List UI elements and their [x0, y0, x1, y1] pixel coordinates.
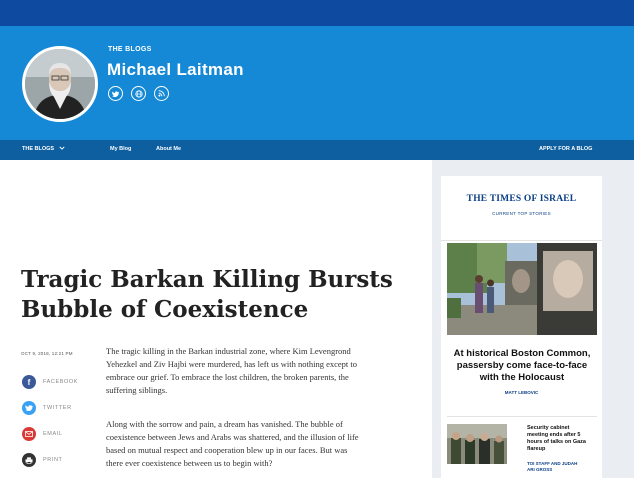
apply-for-blog-link[interactable]: APPLY FOR A BLOG — [539, 146, 592, 152]
share-label: FACEBOOK — [43, 379, 79, 385]
twitter-icon[interactable] — [108, 86, 123, 101]
author-name[interactable]: Michael Laitman — [107, 60, 244, 80]
paragraph-line: Yehezkel and Ziv Hajbi were murdered, ha… — [106, 359, 357, 369]
share-email-button[interactable]: EMAIL — [22, 427, 63, 441]
story-author[interactable]: MATT LEBOVIC — [441, 390, 602, 395]
printer-icon — [22, 453, 36, 467]
twitter-icon — [22, 401, 36, 415]
email-icon — [22, 427, 36, 441]
share-label: PRINT — [43, 457, 63, 463]
times-of-israel-logo[interactable]: THE TIMES OF ISRAEL — [441, 194, 602, 204]
paragraph-line: there ever coexistence between us to beg… — [106, 458, 273, 468]
divider — [447, 416, 597, 417]
share-label: TWITTER — [43, 405, 72, 411]
share-print-button[interactable]: PRINT — [22, 453, 63, 467]
story-thumbnail[interactable] — [447, 424, 507, 464]
paragraph-line: suffering siblings. — [106, 385, 168, 395]
story-headline-line: with the Holocaust — [479, 372, 565, 383]
story-headline[interactable]: At historical Boston Common, passersby c… — [447, 348, 597, 384]
nav-the-blogs[interactable]: THE BLOGS — [22, 146, 65, 152]
share-facebook-button[interactable]: f FACEBOOK — [22, 375, 78, 389]
story-headline-line: At historical Boston Common, — [453, 348, 591, 359]
author-social-links — [108, 86, 169, 101]
paragraph-line: Along with the sorrow and pain, a dream … — [106, 419, 343, 429]
globe-icon[interactable] — [131, 86, 146, 101]
top-strip — [0, 0, 634, 26]
top-stories-card: THE TIMES OF ISRAEL CURRENT TOP STORIES … — [441, 176, 602, 478]
blog-header: THE BLOGS Michael Laitman — [0, 26, 634, 140]
story-headline-line: Security cabinet — [527, 425, 570, 431]
article-title: Tragic Barkan Killing Bursts Bubble of C… — [21, 265, 421, 325]
article-date: OCT 9, 2018, 12:21 PM — [21, 351, 73, 356]
paragraph-line: based on mutual respect and cooperation … — [106, 445, 348, 455]
article-paragraph: Along with the sorrow and pain, a dream … — [106, 418, 416, 470]
share-twitter-button[interactable]: TWITTER — [22, 401, 72, 415]
nav-the-blogs-label: THE BLOGS — [22, 146, 55, 152]
author-avatar[interactable] — [22, 46, 98, 122]
nav-about-me[interactable]: About Me — [156, 146, 181, 152]
story-image[interactable] — [447, 243, 597, 335]
nav-my-blog[interactable]: My Blog — [110, 146, 131, 152]
divider — [441, 240, 602, 241]
story-author[interactable]: TOI STAFF AND JUDAH ARI GROSS — [527, 461, 597, 473]
story-headline[interactable]: Security cabinet meeting ends after 5 ho… — [527, 425, 597, 453]
article-title-line: Tragic Barkan Killing Bursts — [21, 266, 393, 293]
story-author-line: ARI GROSS — [527, 467, 553, 472]
rss-icon[interactable] — [154, 86, 169, 101]
facebook-icon: f — [22, 375, 36, 389]
paragraph-line: coexistence between Jews and Arabs was s… — [106, 432, 359, 442]
blogs-kicker[interactable]: THE BLOGS — [108, 46, 152, 53]
paragraph-line: embrace our grief. To embrace the lost c… — [106, 372, 349, 382]
share-label: EMAIL — [43, 431, 63, 437]
story-headline-line: meeting ends after 5 — [527, 432, 581, 438]
top-stories-subtitle: CURRENT TOP STORIES — [492, 211, 551, 216]
chevron-down-icon — [59, 146, 65, 150]
paragraph-line: The tragic killing in the Barkan industr… — [106, 346, 351, 356]
blog-nav-bar: THE BLOGS My Blog About Me APPLY FOR A B… — [0, 140, 634, 160]
story-headline-line: hours of talks on Gaza — [527, 439, 586, 445]
story-headline-line: passersby come face-to-face — [456, 360, 588, 371]
article-title-line: Bubble of Coexistence — [21, 296, 309, 323]
article-paragraph: The tragic killing in the Barkan industr… — [106, 345, 416, 397]
story-headline-line: flareup — [527, 446, 546, 452]
